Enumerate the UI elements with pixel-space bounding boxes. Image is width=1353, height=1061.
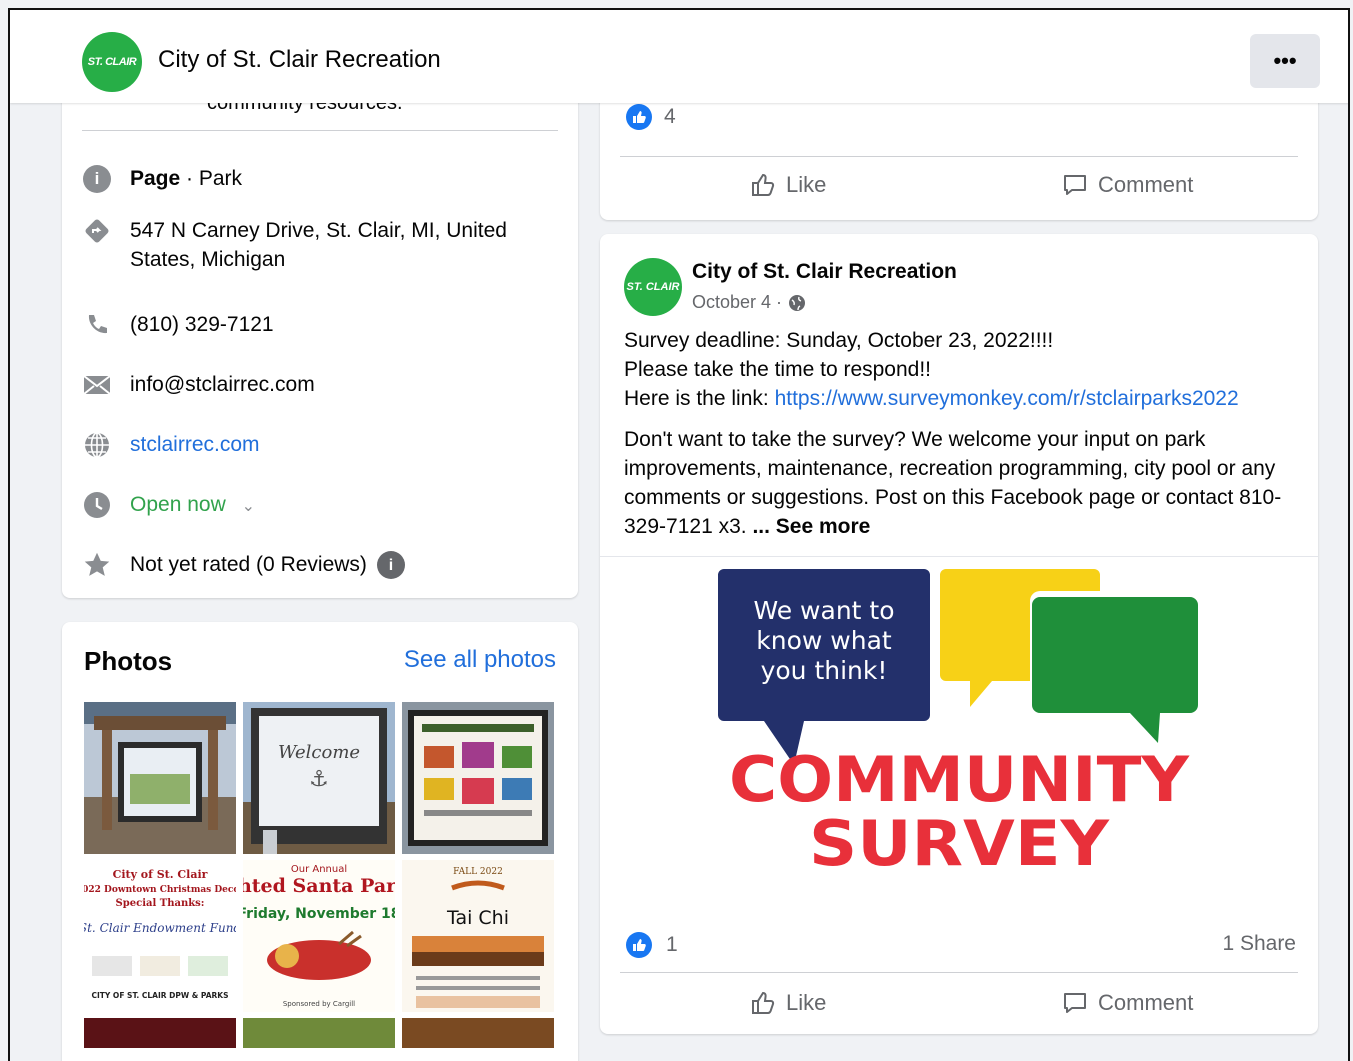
divider xyxy=(620,156,1298,157)
envelope-icon xyxy=(82,370,112,400)
svg-text:Tai Chi: Tai Chi xyxy=(446,907,509,929)
photo-thumbnail[interactable]: FALL 2022 Tai Chi xyxy=(402,860,554,1012)
post-line: Survey deadline: Sunday, October 23, 202… xyxy=(624,329,1054,352)
bubble-text: know what xyxy=(756,626,892,655)
star-icon xyxy=(82,550,112,580)
like-reaction-icon xyxy=(626,104,652,130)
chevron-down-icon[interactable]: ⌄ xyxy=(242,498,255,515)
svg-text:City of St. Clair: City of St. Clair xyxy=(113,868,208,881)
photo-thumbnail[interactable]: City of St. Clair 2022 Downtown Christma… xyxy=(84,860,236,1012)
survey-link[interactable]: https://www.surveymonkey.com/r/stclairpa… xyxy=(775,387,1239,410)
photo-thumbnail[interactable] xyxy=(84,1018,236,1048)
photos-card: Photos See all photos Welcome ⚓ City of … xyxy=(62,622,578,1061)
website-link[interactable]: stclairrec.com xyxy=(130,430,260,459)
thumbs-up-icon xyxy=(752,173,775,196)
info-icon: i xyxy=(82,164,112,194)
see-more-link[interactable]: ... See more xyxy=(752,515,870,538)
page-header: ST. CLAIR City of St. Clair Recreation •… xyxy=(10,10,1348,103)
rating-info-icon[interactable]: i xyxy=(376,551,405,580)
post-text: Survey deadline: Sunday, October 23, 202… xyxy=(624,326,1304,541)
photo-thumbnail[interactable] xyxy=(243,1018,395,1048)
hours-row: Open now ⌄ xyxy=(82,490,255,521)
svg-text:CITY OF ST. CLAIR DPW & PARKS: CITY OF ST. CLAIR DPW & PARKS xyxy=(91,991,228,1000)
community-word: COMMUNITY xyxy=(729,743,1190,816)
post-timestamp[interactable]: October 4 · xyxy=(692,292,806,313)
photo-thumbnail[interactable]: Our Annual Lighted Santa Parade Friday, … xyxy=(243,860,395,1012)
directions-icon xyxy=(82,216,112,246)
post-author-avatar[interactable]: ST. CLAIR xyxy=(624,258,682,316)
like-button[interactable]: Like xyxy=(750,990,826,1016)
more-options-button[interactable]: ••• xyxy=(1250,34,1320,88)
category-row: i Page · Park xyxy=(82,164,242,194)
category-label: Page xyxy=(130,167,181,190)
photo-thumbnail[interactable] xyxy=(402,1018,554,1048)
clock-icon xyxy=(82,490,112,520)
post-author-name[interactable]: City of St. Clair Recreation xyxy=(692,260,957,284)
reaction-summary[interactable]: 1 xyxy=(626,932,678,958)
post-line: Please take the time to respond!! xyxy=(624,358,932,381)
category-value: · Park xyxy=(180,167,243,190)
website-row: stclairrec.com xyxy=(82,430,260,460)
phone-icon xyxy=(82,310,112,340)
see-all-photos-link[interactable]: See all photos xyxy=(404,646,556,674)
photo-thumbnail[interactable]: Welcome ⚓ xyxy=(243,702,395,854)
svg-text:2022 Downtown Christmas Decor: 2022 Downtown Christmas Decor xyxy=(84,885,236,895)
comment-icon xyxy=(1064,993,1086,1013)
hours-status[interactable]: Open now ⌄ xyxy=(130,490,255,521)
svg-text:Friday, November 18: Friday, November 18 xyxy=(243,906,395,922)
reaction-summary[interactable]: 4 xyxy=(626,104,676,130)
share-count[interactable]: 1 Share xyxy=(1222,932,1296,956)
photo-thumbnail[interactable] xyxy=(402,702,554,854)
phone-text[interactable]: (810) 329-7121 xyxy=(130,310,274,339)
reaction-count: 4 xyxy=(664,105,676,128)
thumbs-up-icon xyxy=(752,991,775,1014)
comment-icon xyxy=(1064,175,1086,195)
photos-title: Photos xyxy=(84,646,173,676)
survey-post-card: ST. CLAIR City of St. Clair Recreation O… xyxy=(600,234,1318,1034)
photo-thumbnail[interactable] xyxy=(84,702,236,854)
bubble-text: We want to xyxy=(753,596,894,625)
rating-row: Not yet rated (0 Reviews) i xyxy=(82,550,405,580)
svg-text:⚓: ⚓ xyxy=(309,767,329,792)
like-button[interactable]: Like xyxy=(750,172,826,198)
comment-button[interactable]: Comment xyxy=(1062,990,1193,1016)
page-title[interactable]: City of St. Clair Recreation xyxy=(158,46,441,74)
comment-button[interactable]: Comment xyxy=(1062,172,1193,198)
svg-text:Special Thanks:: Special Thanks: xyxy=(116,898,205,909)
svg-text:FALL 2022: FALL 2022 xyxy=(453,867,503,877)
survey-word: SURVEY xyxy=(809,807,1110,880)
globe-icon xyxy=(789,294,806,311)
svg-text:Our Annual: Our Annual xyxy=(291,864,347,875)
post-paragraph: Don't want to take the survey? We welcom… xyxy=(624,428,1282,538)
email-row: info@stclairrec.com xyxy=(82,370,315,400)
svg-text:Sponsored by Cargill: Sponsored by Cargill xyxy=(283,1000,355,1008)
like-reaction-icon xyxy=(626,932,652,958)
post-line: Here is the link: https://www.surveymonk… xyxy=(624,387,1239,410)
email-text[interactable]: info@stclairrec.com xyxy=(130,370,315,399)
svg-text:St. Clair Endowment Fund: St. Clair Endowment Fund xyxy=(84,921,236,935)
browser-frame: ST. CLAIR City of St. Clair Recreation •… xyxy=(8,8,1350,1061)
address-text[interactable]: 547 N Carney Drive, St. Clair, MI, Unite… xyxy=(130,216,530,274)
about-card: community resources. i Page · Park 547 N… xyxy=(62,50,578,598)
post-image[interactable]: We want to know what you think! COMMUNIT… xyxy=(600,556,1318,908)
globe-icon xyxy=(82,430,112,460)
phone-row: (810) 329-7121 xyxy=(82,310,274,340)
bubble-text: you think! xyxy=(761,656,888,685)
divider xyxy=(620,972,1298,973)
svg-text:Lighted Santa Parade: Lighted Santa Parade xyxy=(243,875,395,897)
welcome-sign-text: Welcome xyxy=(278,742,360,763)
divider xyxy=(82,130,558,131)
reaction-count: 1 xyxy=(666,933,678,956)
rating-text: Not yet rated (0 Reviews) i xyxy=(130,550,405,580)
address-row: 547 N Carney Drive, St. Clair, MI, Unite… xyxy=(82,216,530,274)
page-logo[interactable]: ST. CLAIR xyxy=(82,32,142,92)
